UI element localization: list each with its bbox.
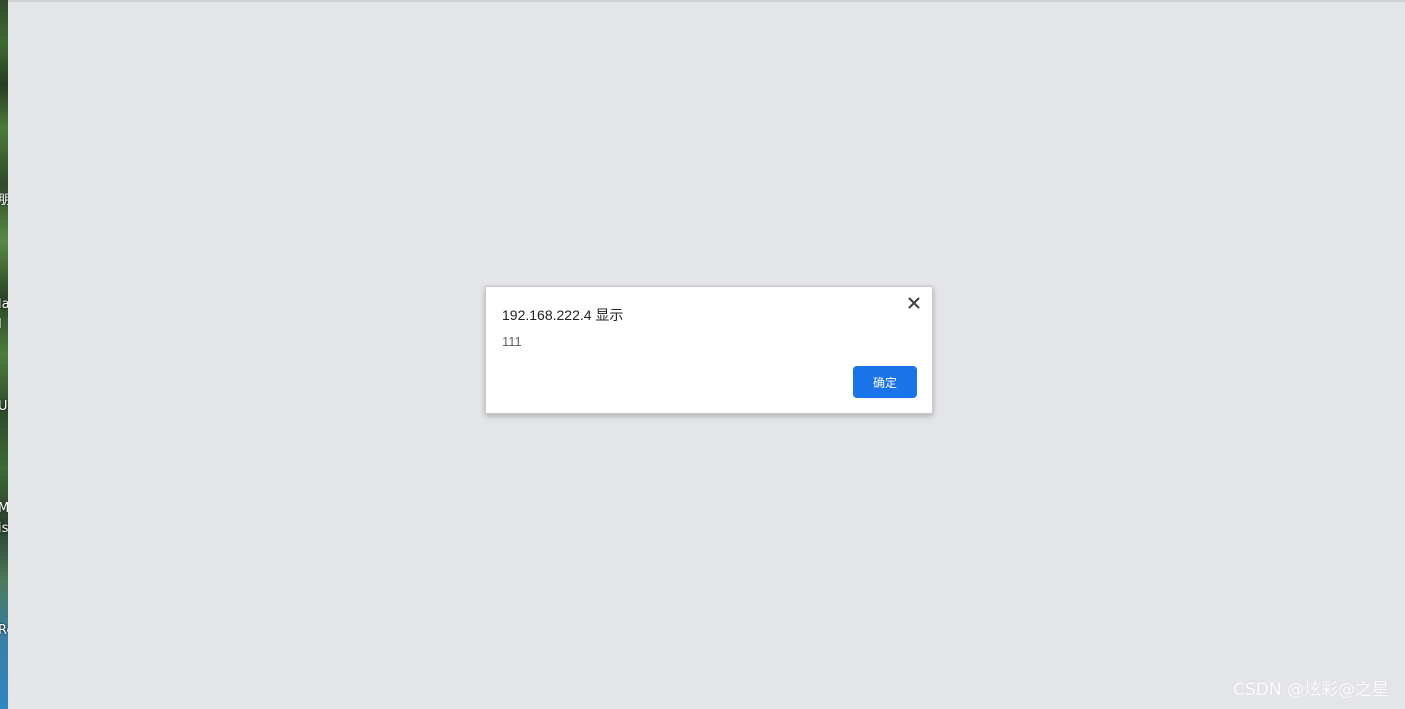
alert-dialog: 192.168.222.4 显示 111 确定 [485, 286, 933, 414]
dialog-message: 111 [502, 334, 522, 349]
desktop-icon-label[interactable]: I [0, 318, 2, 332]
close-button[interactable] [904, 293, 924, 313]
desktop-icon-label[interactable]: Us [0, 400, 8, 414]
window-top-border [8, 0, 1405, 2]
desktop-icon-label[interactable]: M [0, 502, 8, 516]
desktop-icon-label[interactable]: Re [0, 624, 8, 638]
desktop-icon-label[interactable]: 朋 [0, 194, 8, 208]
ok-button[interactable]: 确定 [853, 366, 917, 398]
dialog-title: 192.168.222.4 显示 [502, 307, 624, 323]
close-icon [908, 297, 920, 309]
desktop-wallpaper-strip: 朋 la I Us M is Re [0, 0, 8, 709]
screen: 朋 la I Us M is Re 192.168.222.4 显示 111 确… [0, 0, 1405, 709]
desktop-icon-label[interactable]: la [0, 298, 8, 312]
desktop-icon-label[interactable]: is [0, 522, 8, 536]
watermark: CSDN @炫彩@之星 [1233, 680, 1389, 700]
